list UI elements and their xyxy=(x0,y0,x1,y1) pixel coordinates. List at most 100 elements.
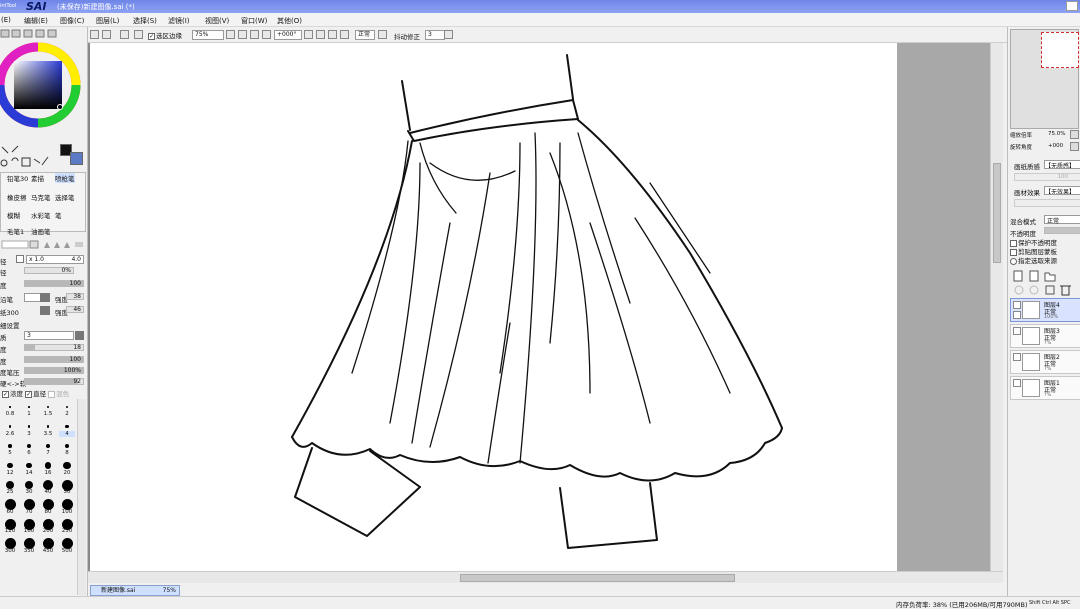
rotation-select[interactable]: +000° xyxy=(274,30,302,40)
checkbox-icon[interactable] xyxy=(48,390,56,398)
drawing-canvas[interactable] xyxy=(90,43,897,571)
tool-marker[interactable]: 马克笔 xyxy=(31,192,51,202)
secondary-color-swatch[interactable] xyxy=(70,152,83,165)
rotate-icon[interactable] xyxy=(304,30,313,39)
edge-slider[interactable]: 18 xyxy=(24,344,84,351)
rotate-left-icon[interactable] xyxy=(316,30,325,39)
rotate-reset-icon[interactable] xyxy=(340,30,349,39)
quality-select[interactable]: 3 xyxy=(24,331,74,340)
toolbar-icon[interactable] xyxy=(120,30,129,39)
toolbar-icon[interactable] xyxy=(90,30,99,39)
layer-row[interactable]: 图层1 正常 ?% xyxy=(1010,376,1080,400)
paper-texture-select[interactable]: 【无质感】 xyxy=(1044,160,1080,169)
tool-watercolor[interactable]: 水彩笔 xyxy=(31,210,51,220)
brush-size-label[interactable]: 80 xyxy=(40,509,56,515)
brush-size-label[interactable]: 450 xyxy=(40,548,56,554)
layer-row[interactable]: 图层2 正常 ?% xyxy=(1010,350,1080,374)
brush-size-label[interactable]: 20 xyxy=(59,470,75,476)
selection-source-option[interactable]: 指定选取来源 xyxy=(1010,257,1057,266)
brush-size-label[interactable]: 3.5 xyxy=(40,431,56,437)
layer-blend-select[interactable]: 正常 xyxy=(1044,215,1080,225)
tool-pencil[interactable]: 铅笔30 xyxy=(7,173,28,183)
eye-icon[interactable] xyxy=(1013,353,1021,361)
stabilizer-select[interactable]: 3 xyxy=(425,30,445,40)
tool-eraser[interactable]: 橡皮擦 xyxy=(7,192,27,202)
brush-size-label[interactable]: 2 xyxy=(59,411,75,417)
flip-icon[interactable] xyxy=(378,30,387,39)
brush-size-label[interactable]: 200 xyxy=(40,528,56,534)
brush-size-label[interactable]: 500 xyxy=(59,548,75,554)
toolbar-icon[interactable] xyxy=(134,30,143,39)
zoom-reset-icon[interactable] xyxy=(262,30,271,39)
size-field[interactable]: x 1.0 4.0 xyxy=(26,255,84,264)
menu-filter[interactable]: 滤镜(I) xyxy=(168,16,190,26)
eye-icon[interactable] xyxy=(1013,301,1021,309)
menu-edit[interactable]: 编辑(E) xyxy=(24,16,48,26)
brush-size-label[interactable]: 2.6 xyxy=(2,431,18,437)
min-density-slider[interactable]: 100 xyxy=(24,356,84,363)
brush-size-label[interactable]: 40 xyxy=(40,489,56,495)
layer-tool-icons[interactable] xyxy=(1012,284,1080,296)
brush-size-label[interactable]: 300 xyxy=(2,548,18,554)
zoom-fit-icon[interactable] xyxy=(250,30,259,39)
zoom-reset-icon[interactable] xyxy=(1070,130,1079,139)
brush-size-label[interactable]: 4 xyxy=(59,430,75,437)
brush-size-label[interactable]: 5 xyxy=(2,450,18,456)
layer-opacity-slider[interactable] xyxy=(1044,227,1080,234)
material-effect-strength[interactable] xyxy=(1014,199,1080,207)
blend-mode-select[interactable]: 正常 xyxy=(355,30,375,40)
min-size-slider[interactable]: 0% xyxy=(24,267,74,274)
dropdown-icon[interactable] xyxy=(40,293,50,302)
brush-size-label[interactable]: 60 xyxy=(2,509,18,515)
hard-soft-slider[interactable]: 92 xyxy=(24,378,84,385)
zoom-select[interactable]: 75% xyxy=(192,30,224,40)
checkbox-checked-icon[interactable]: ✓ xyxy=(2,390,9,398)
window-control-button[interactable] xyxy=(1066,1,1078,11)
rotate-reset-icon[interactable] xyxy=(1070,142,1079,151)
menu-image[interactable]: 图像(C) xyxy=(60,16,84,26)
panel-layout-icons[interactable] xyxy=(0,29,60,38)
tool-oil[interactable]: 油画笔 xyxy=(31,226,51,236)
brush-shape-row[interactable] xyxy=(0,240,86,249)
brush-size-label[interactable]: 30 xyxy=(21,489,37,495)
brush-size-label[interactable]: 25 xyxy=(2,489,18,495)
selection-edge-toggle[interactable]: ✓ 选区边缘 xyxy=(148,30,182,40)
layer-row[interactable]: 图层3 正常 ?% xyxy=(1010,324,1080,348)
layer-action-icons[interactable] xyxy=(1012,270,1080,282)
tool-sketch[interactable]: 素描 xyxy=(31,173,44,183)
brush-size-label[interactable]: 7 xyxy=(40,450,56,456)
density-slider[interactable]: 100 xyxy=(24,280,84,287)
dropdown-icon[interactable] xyxy=(75,331,84,340)
brush-size-label[interactable]: 160 xyxy=(21,528,37,534)
tool-brush[interactable]: 毛笔1 xyxy=(7,226,24,236)
menu-other[interactable]: 其他(O) xyxy=(277,16,302,26)
menu-view[interactable]: 视图(V) xyxy=(205,16,229,26)
brush-size-label[interactable]: 120 xyxy=(2,528,18,534)
pressure-slider[interactable]: 100% xyxy=(24,367,84,374)
pen-lock-icon[interactable] xyxy=(1013,311,1021,319)
toolbar-icon[interactable] xyxy=(102,30,111,39)
brush-size-grid[interactable]: 0.8 1 1.5 2 2.6 3 3.5 4 5 6 7 8 12 14 16 20 25 30 40 50 60 70… xyxy=(0,399,76,575)
checkbox-checked-icon[interactable]: ✓ xyxy=(25,390,33,398)
shape-strength-slider[interactable]: 38 xyxy=(66,293,84,300)
brush-size-label[interactable]: 3 xyxy=(21,431,37,437)
tool-icons[interactable] xyxy=(0,143,56,169)
eye-icon[interactable] xyxy=(1013,327,1021,335)
eye-icon[interactable] xyxy=(1013,379,1021,387)
size-lock-checkbox[interactable] xyxy=(16,255,24,263)
brush-size-label[interactable]: 12 xyxy=(2,470,18,476)
layer-row-active[interactable]: 图层4 正常 100% xyxy=(1010,298,1080,322)
tool-airbrush[interactable]: 喷枪笔 xyxy=(55,173,75,183)
horizontal-scrollbar[interactable] xyxy=(88,571,1003,583)
dropdown-icon[interactable] xyxy=(444,30,453,39)
material-effect-select[interactable]: 【无效果】 xyxy=(1044,186,1080,195)
brush-size-label[interactable]: 250 xyxy=(59,528,75,534)
paper-texture-scale[interactable]: 100 xyxy=(1014,173,1080,181)
brush-size-scrollbar[interactable] xyxy=(77,399,86,595)
texture-strength-slider[interactable]: 46 xyxy=(66,306,84,313)
brush-size-label[interactable]: 0.8 xyxy=(2,411,18,417)
dropdown-icon[interactable] xyxy=(40,306,50,315)
brush-size-label[interactable]: 16 xyxy=(40,470,56,476)
tool-blur[interactable]: 模糊 xyxy=(7,210,20,220)
brush-size-label[interactable]: 14 xyxy=(21,470,37,476)
